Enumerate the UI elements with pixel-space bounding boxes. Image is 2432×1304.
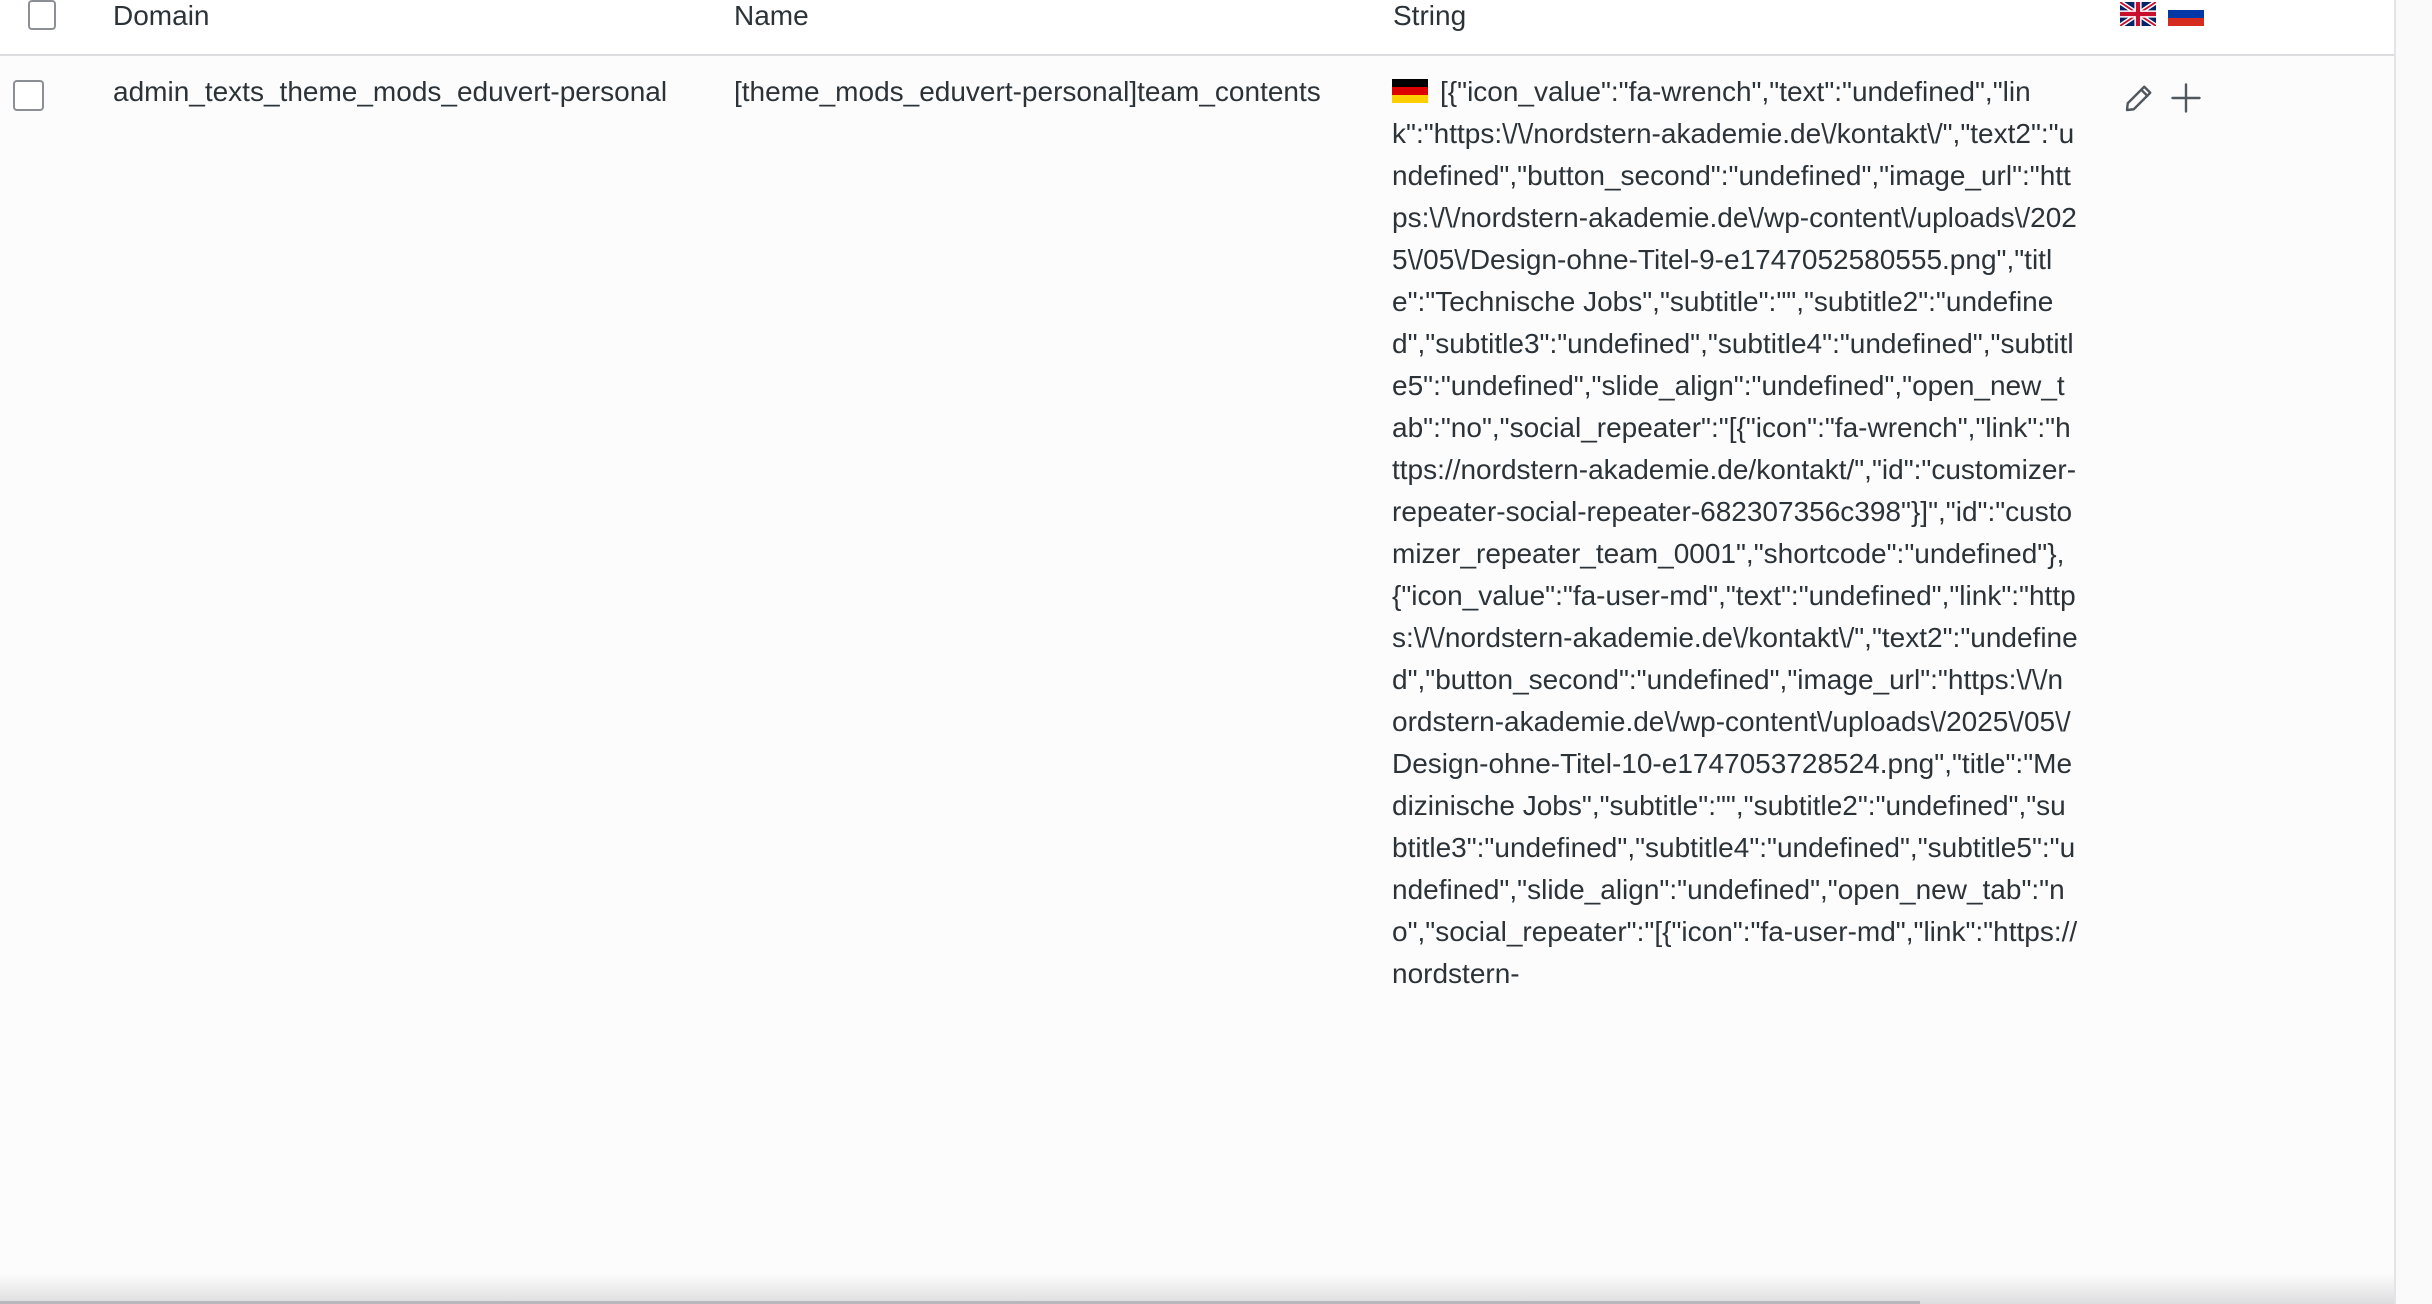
row-select-checkbox[interactable]	[13, 80, 44, 111]
flag-ru-icon[interactable]	[2168, 2, 2204, 26]
add-plus-icon[interactable]	[2168, 80, 2204, 116]
column-header-domain[interactable]: Domain	[113, 0, 209, 32]
column-header-string[interactable]: String	[1393, 0, 1466, 32]
edit-pencil-icon[interactable]	[2121, 80, 2157, 116]
row-name: [theme_mods_eduvert-personal]team_conten…	[734, 76, 1321, 107]
row-string-value: [{"icon_value":"fa-wrench","text":"undef…	[1392, 76, 2078, 989]
row-domain: admin_texts_theme_mods_eduvert-personal	[113, 76, 668, 107]
select-all-checkbox[interactable]	[28, 0, 56, 30]
scroll-shadow	[0, 1274, 2394, 1304]
translation-table-page: Domain Name String admin_texts_theme_mod…	[0, 0, 2432, 1304]
flag-en-icon[interactable]	[2120, 2, 2156, 26]
column-header-name[interactable]: Name	[734, 0, 809, 32]
strings-table: Domain Name String admin_texts_theme_mod…	[0, 0, 2396, 1304]
table-header: Domain Name String	[0, 0, 2394, 56]
table-row: admin_texts_theme_mods_eduvert-personal …	[0, 56, 2394, 1304]
